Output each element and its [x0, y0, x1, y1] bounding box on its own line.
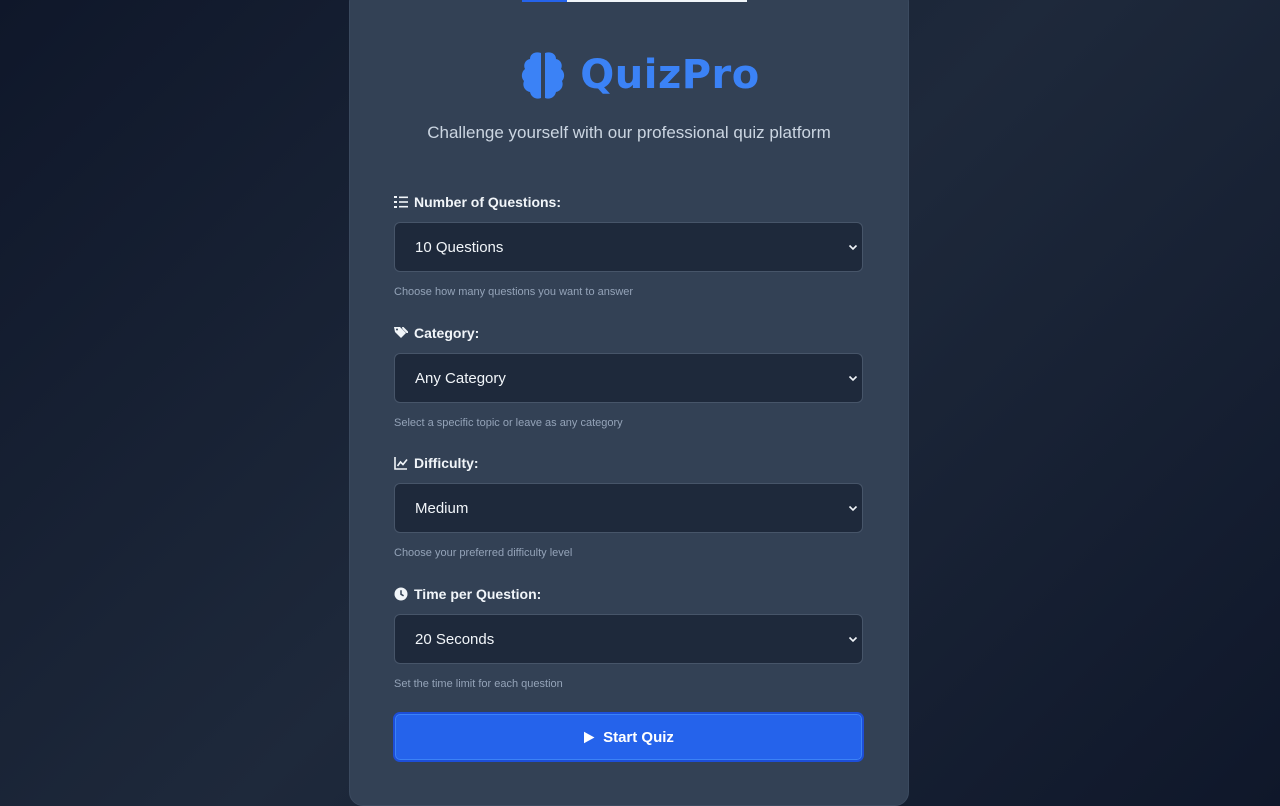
questions-field: Number of Questions: 10 Questions Choose…: [394, 193, 864, 298]
chevron-down-icon: [848, 244, 858, 251]
difficulty-hint: Choose your preferred difficulty level: [394, 547, 573, 559]
app-logo: QuizPro: [0, 50, 1280, 100]
clock-icon: [394, 587, 408, 601]
progress-bar: [522, 0, 747, 2]
chevron-down-icon: [848, 505, 858, 512]
difficulty-label: Difficulty:: [414, 455, 479, 471]
play-icon: [584, 731, 595, 743]
category-selected-value: Any Category: [415, 369, 506, 387]
difficulty-select[interactable]: Medium: [394, 483, 863, 533]
category-label: Category:: [414, 325, 480, 341]
progress-fill: [522, 0, 567, 2]
category-hint: Select a specific topic or leave as any …: [394, 417, 623, 429]
difficulty-selected-value: Medium: [415, 499, 469, 517]
time-label: Time per Question:: [414, 586, 542, 602]
start-quiz-label: Start Quiz: [603, 728, 674, 746]
time-select[interactable]: 20 Seconds: [394, 614, 863, 664]
brain-icon: [522, 52, 565, 99]
questions-selected-value: 10 Questions: [415, 238, 504, 256]
questions-hint: Choose how many questions you want to an…: [394, 286, 634, 298]
questions-label: Number of Questions:: [414, 194, 562, 210]
category-field: Category: Any Category Select a specific…: [394, 324, 864, 429]
page-subtitle: Challenge yourself with our professional…: [427, 123, 831, 142]
questions-select[interactable]: 10 Questions: [394, 222, 863, 272]
time-selected-value: 20 Seconds: [415, 630, 495, 648]
app-title: QuizPro: [580, 52, 760, 98]
list-ol-icon: [394, 196, 408, 208]
tags-icon: [394, 327, 408, 338]
time-field: Time per Question: 20 Seconds Set the ti…: [394, 585, 864, 690]
time-hint: Set the time limit for each question: [394, 678, 563, 690]
start-quiz-button[interactable]: Start Quiz: [393, 712, 864, 762]
chevron-down-icon: [848, 636, 858, 643]
category-select[interactable]: Any Category: [394, 353, 863, 403]
difficulty-field: Difficulty: Medium Choose your preferred…: [394, 454, 864, 559]
chart-line-icon: [394, 457, 408, 470]
chevron-down-icon: [848, 375, 858, 382]
